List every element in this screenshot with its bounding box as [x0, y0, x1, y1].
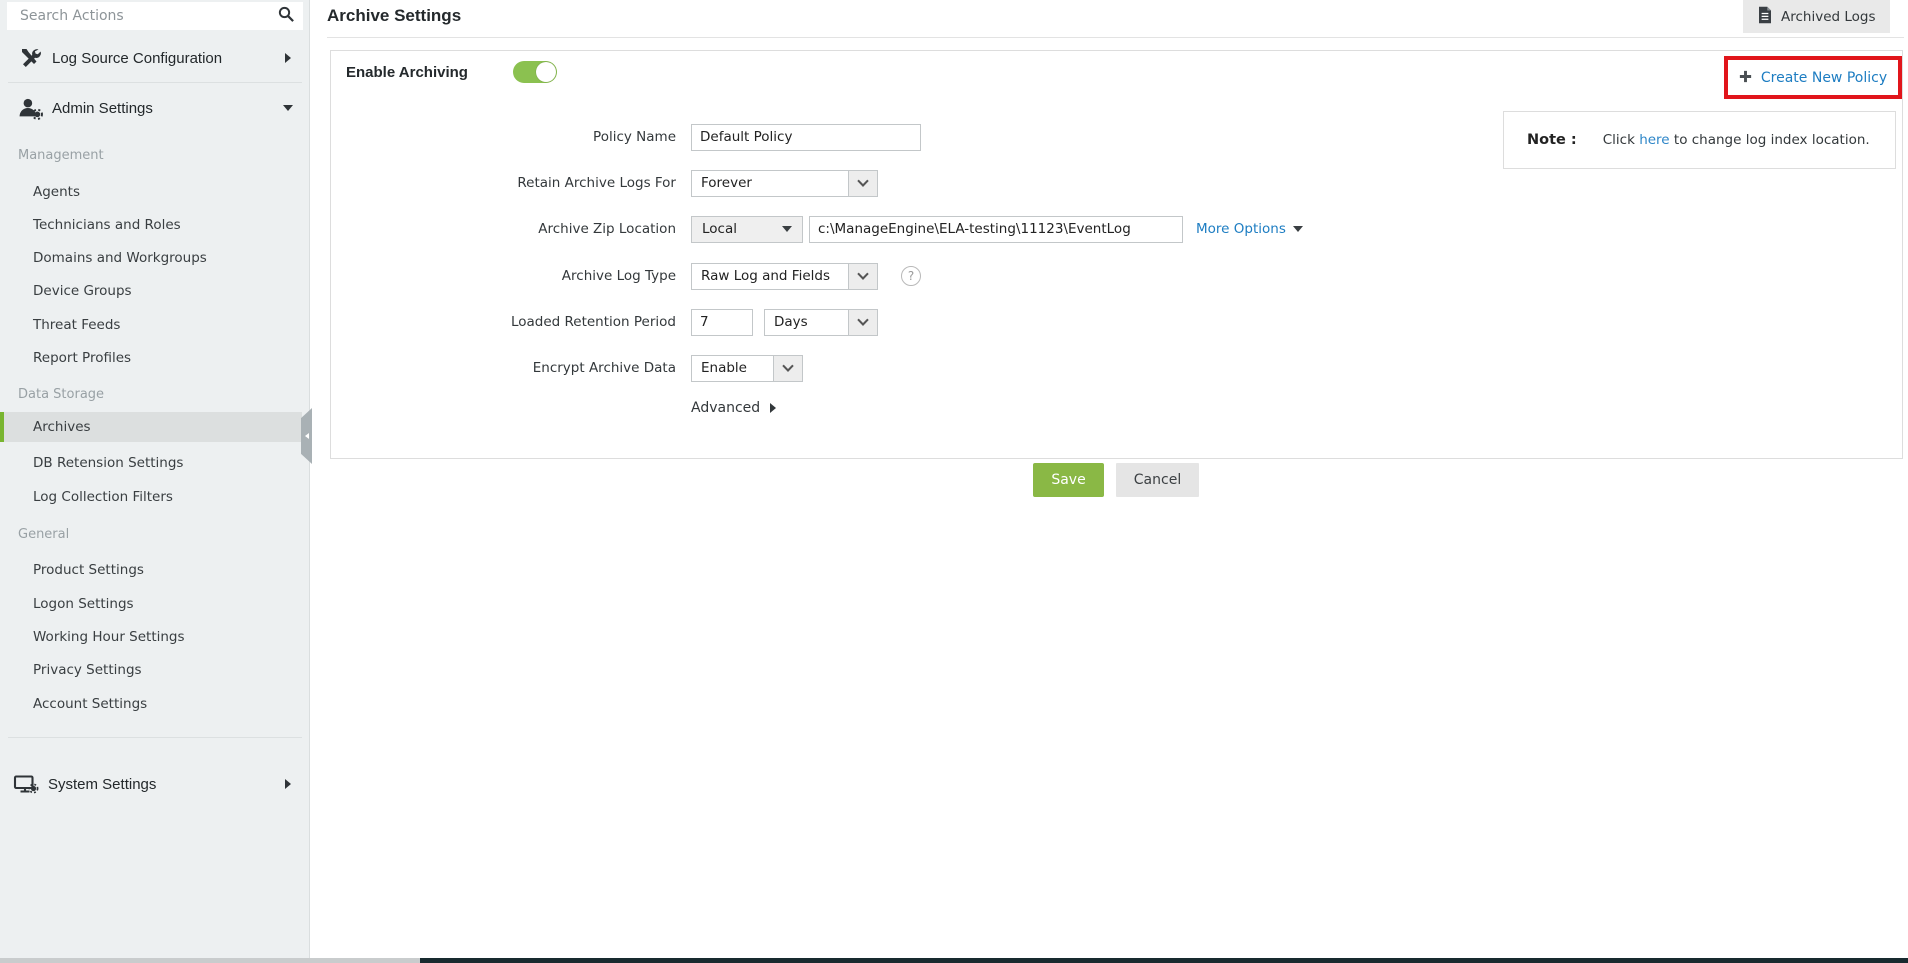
chevron-right-icon [285, 53, 291, 63]
save-button[interactable]: Save [1033, 463, 1104, 497]
plus-icon [1739, 68, 1752, 87]
policy-name-input[interactable] [691, 123, 921, 151]
retention-period-input[interactable] [691, 308, 753, 336]
sidebar-item-archives[interactable]: Archives [0, 412, 302, 442]
sidebar-item-logon-settings[interactable]: Logon Settings [0, 592, 302, 616]
sidebar-item-threat-feeds[interactable]: Threat Feeds [0, 313, 302, 337]
advanced-toggle[interactable]: Advanced [691, 400, 777, 416]
retain-label: Retain Archive Logs For [517, 175, 676, 191]
admin-user-gear-icon [17, 96, 43, 121]
location-type-select[interactable]: Local [691, 215, 803, 243]
sidebar-item-agents[interactable]: Agents [0, 180, 302, 204]
zip-path-input[interactable] [809, 215, 1183, 243]
archived-logs-button[interactable]: Archived Logs [1743, 0, 1890, 33]
form-row-zip-location: Archive Zip Location Local More Options [346, 215, 1303, 243]
sidebar-item-label: System Settings [48, 775, 157, 793]
log-type-select[interactable]: Raw Log and Fields [691, 262, 878, 290]
zip-location-label: Archive Zip Location [538, 221, 676, 237]
create-new-policy-highlight: Create New Policy [1724, 56, 1902, 99]
chevron-down-icon [773, 355, 802, 381]
log-type-label: Archive Log Type [561, 268, 676, 284]
sidebar-item-admin-settings[interactable]: Admin Settings [0, 86, 310, 130]
chevron-right-icon [285, 779, 291, 789]
sidebar-item-technicians-and-roles[interactable]: Technicians and Roles [0, 213, 302, 237]
note-text-after: to change log index location. [1673, 132, 1870, 148]
enable-archiving-label: Enable Archiving [346, 64, 468, 81]
chevron-down-icon [283, 105, 293, 111]
form-row-retention-period: Loaded Retention Period Days [346, 308, 878, 336]
encrypt-label: Encrypt Archive Data [532, 360, 676, 376]
section-title-general: General [18, 527, 70, 542]
note-box: Note : Click here to change log index lo… [1503, 111, 1896, 169]
tools-icon [17, 46, 43, 70]
document-icon [1757, 6, 1773, 28]
sidebar-item-product-settings[interactable]: Product Settings [0, 558, 302, 582]
caret-down-icon [1292, 226, 1303, 232]
search-box[interactable] [7, 2, 303, 30]
caret-down-icon [782, 226, 792, 232]
sidebar-item-system-settings[interactable]: System Settings [0, 762, 310, 806]
sidebar-item-label: Log Source Configuration [52, 49, 223, 67]
archived-logs-label: Archived Logs [1781, 8, 1876, 25]
toggle-knob [536, 62, 556, 82]
retention-unit-value: Days [774, 314, 808, 330]
retain-select[interactable]: Forever [691, 169, 878, 197]
sidebar-item-domains-and-workgroups[interactable]: Domains and Workgroups [0, 246, 302, 270]
retention-unit-select[interactable]: Days [764, 308, 878, 336]
sidebar-item-privacy-settings[interactable]: Privacy Settings [0, 658, 302, 682]
section-title-data-storage: Data Storage [18, 387, 105, 402]
form-row-retain: Retain Archive Logs For Forever [346, 169, 878, 197]
policy-name-label: Policy Name [593, 129, 676, 145]
encrypt-select-value: Enable [701, 360, 747, 376]
form-row-policy-name: Policy Name [346, 123, 921, 151]
cancel-button[interactable]: Cancel [1116, 463, 1199, 497]
sidebar-item-working-hour-settings[interactable]: Working Hour Settings [0, 625, 302, 649]
bottom-strip-gray [0, 958, 420, 963]
search-icon[interactable] [277, 5, 295, 27]
log-type-select-value: Raw Log and Fields [701, 268, 830, 284]
page-title: Archive Settings [327, 6, 462, 25]
sidebar-item-log-collection-filters[interactable]: Log Collection Filters [0, 485, 302, 509]
system-settings-icon [13, 772, 39, 796]
advanced-label: Advanced [691, 400, 761, 416]
note-here-link[interactable]: here [1639, 132, 1669, 148]
chevron-right-icon [770, 403, 777, 413]
note-text: Click here to change log index location. [1603, 132, 1870, 148]
form-row-log-type: Archive Log Type Raw Log and Fields ? [346, 262, 921, 290]
retention-period-label: Loaded Retention Period [510, 314, 676, 330]
sidebar-item-label: Admin Settings [52, 99, 153, 117]
sidebar-collapse-handle[interactable] [301, 408, 312, 464]
bottom-strip-dark [420, 958, 1908, 963]
retain-select-value: Forever [701, 175, 752, 191]
more-options-link[interactable]: More Options [1196, 221, 1303, 237]
sidebar-item-account-settings[interactable]: Account Settings [0, 692, 302, 716]
sidebar-item-device-groups[interactable]: Device Groups [0, 279, 302, 303]
chevron-down-icon [848, 170, 877, 196]
chevron-down-icon [848, 263, 877, 289]
collapse-arrow-icon [304, 433, 309, 439]
sidebar-divider [8, 82, 302, 83]
note-text-before: Click [1602, 132, 1635, 148]
location-type-value: Local [702, 221, 737, 237]
enable-archiving-toggle[interactable] [513, 61, 557, 83]
more-options-label: More Options [1196, 221, 1286, 237]
sidebar-item-report-profiles[interactable]: Report Profiles [0, 346, 302, 370]
archive-settings-panel: Enable Archiving Create New Policy Polic… [330, 50, 1903, 459]
chevron-down-icon [848, 309, 877, 335]
help-icon[interactable]: ? [901, 266, 921, 286]
sidebar-divider [8, 737, 302, 738]
sidebar: Log Source Configuration Admin Settings … [0, 0, 312, 958]
header-divider [327, 37, 1904, 38]
note-prefix: Note : [1527, 132, 1577, 148]
section-title-management: Management [18, 148, 104, 163]
form-row-encrypt: Encrypt Archive Data Enable [346, 354, 803, 382]
encrypt-select[interactable]: Enable [691, 354, 803, 382]
sidebar-item-log-source-configuration[interactable]: Log Source Configuration [0, 36, 310, 80]
sidebar-item-db-retension-settings[interactable]: DB Retension Settings [0, 451, 302, 475]
search-input[interactable] [18, 7, 277, 25]
create-new-policy-link[interactable]: Create New Policy [1761, 70, 1887, 86]
